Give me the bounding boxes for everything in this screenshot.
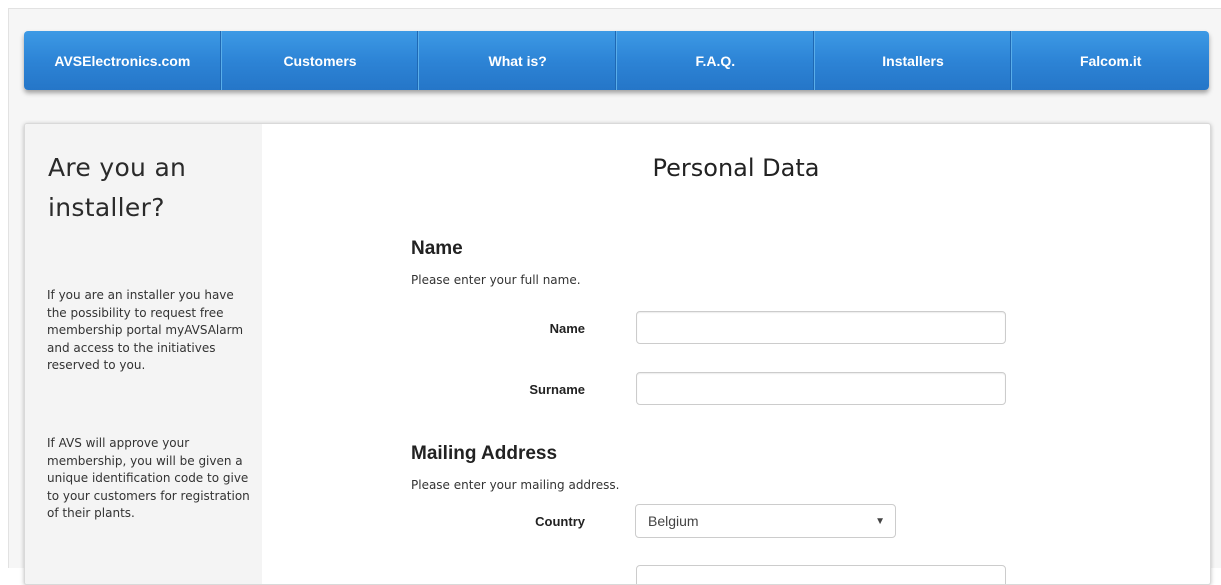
name-label: Name: [549, 321, 585, 336]
nav-item-installers[interactable]: Installers: [815, 31, 1013, 90]
mailing-address-description: Please enter your mailing address.: [411, 478, 620, 492]
nav-item-faq[interactable]: F.A.Q.: [617, 31, 815, 90]
nav-item-falcom[interactable]: Falcom.it: [1012, 31, 1209, 90]
surname-input[interactable]: [636, 372, 1006, 405]
top-navigation: AVSElectronics.com Customers What is? F.…: [24, 31, 1209, 90]
sidebar-paragraph-approval: If AVS will approve your membership, you…: [47, 436, 250, 520]
name-section-title: Name: [411, 238, 463, 259]
personal-data-form: Personal Data Name Please enter your ful…: [262, 124, 1210, 584]
country-select[interactable]: Belgium ▼: [635, 504, 896, 538]
nav-item-avselectronics[interactable]: AVSElectronics.com: [24, 31, 222, 90]
sidebar-paragraph-intro: If you are an installer you have the pos…: [47, 288, 244, 372]
country-select-value: Belgium: [648, 513, 699, 529]
nav-item-customers[interactable]: Customers: [222, 31, 420, 90]
mailing-address-section-title: Mailing Address: [411, 443, 558, 464]
sidebar: Are you an installer? If you are an inst…: [25, 124, 262, 584]
name-input[interactable]: [636, 311, 1006, 344]
main-card: Are you an installer? If you are an inst…: [24, 123, 1211, 585]
name-section-description: Please enter your full name.: [411, 273, 581, 287]
sidebar-title: Are you an installer?: [48, 153, 187, 222]
surname-label: Surname: [529, 382, 585, 397]
page-title: Personal Data: [652, 154, 820, 182]
nav-item-what-is[interactable]: What is?: [419, 31, 618, 90]
country-label: Country: [535, 514, 585, 529]
address-line-input[interactable]: [636, 565, 1006, 584]
chevron-down-icon: ▼: [875, 516, 885, 527]
